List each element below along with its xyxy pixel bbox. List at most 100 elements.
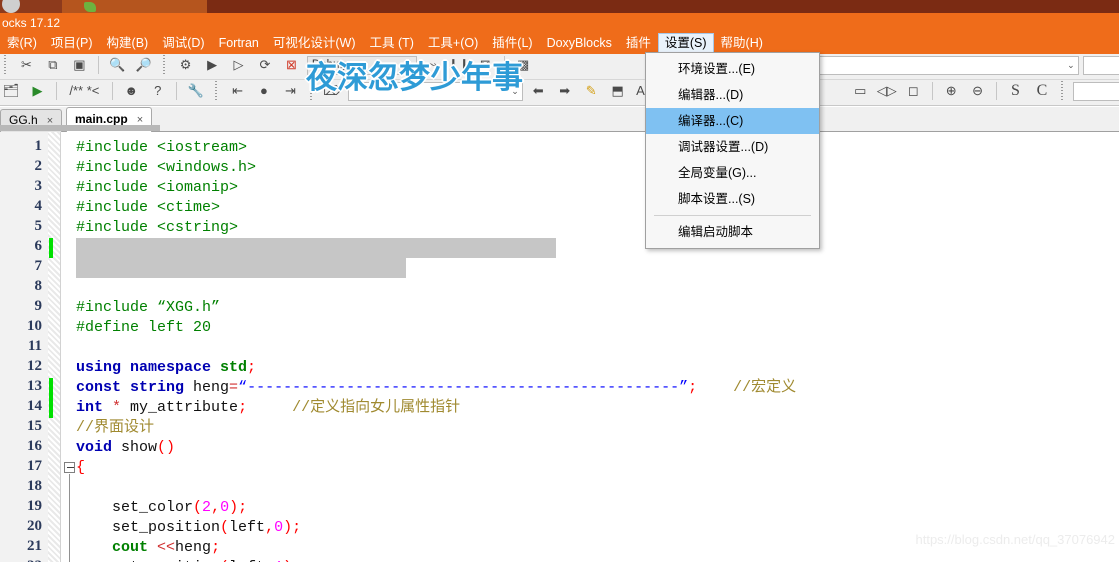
c-icon[interactable]: C [1031, 80, 1053, 102]
code-token: ) [283, 519, 293, 536]
menu-item-9[interactable]: DoxyBlocks [540, 33, 619, 54]
bookmark-dot-icon[interactable]: ● [253, 80, 275, 102]
paste-icon[interactable]: ▣ [68, 54, 90, 76]
code-line[interactable]: cout <<heng; [76, 538, 220, 558]
code-line[interactable]: const string heng=“---------------------… [76, 378, 796, 398]
comment-block-icon[interactable]: /** *< [64, 80, 104, 102]
code-text-area[interactable]: #include <iostream> #include <windows.h> #… [76, 132, 1119, 562]
line-number: 10 [27, 318, 42, 334]
menu-item-12[interactable]: 帮助(H) [714, 33, 770, 54]
code-editor[interactable]: 12345678910111213141516171819202122 #inc… [0, 132, 1119, 562]
code-token: () [157, 439, 176, 456]
find-icon[interactable]: 🔍 [106, 54, 128, 76]
zoom-out-icon[interactable]: ⊖ [967, 80, 989, 102]
line-number: 4 [34, 198, 43, 214]
menu-item-5[interactable]: 可视化设计(W) [266, 33, 363, 54]
wrench-icon[interactable]: 🔧 [185, 80, 207, 102]
code-line[interactable]: { [76, 458, 85, 478]
jump-forward-icon[interactable]: ⇥ [279, 80, 301, 102]
code-line[interactable]: set_color(2,0); [76, 498, 247, 518]
selection-icon[interactable]: ⬒ [607, 80, 629, 102]
selection-highlight [76, 258, 406, 278]
settings-dropdown-menu[interactable]: 环境设置...(E) 编辑器...(D) 编译器...(C) 调试器设置...(D) 全… [645, 52, 820, 249]
menu-item-7[interactable]: 工具+(O) [421, 33, 485, 54]
menu-item-6[interactable]: 工具 (T) [362, 33, 420, 54]
menu-item-4[interactable]: Fortran [212, 33, 266, 54]
toolbar-right-field[interactable] [1083, 55, 1119, 75]
toolbar-separator [176, 82, 178, 100]
code-token: ; [238, 499, 248, 516]
leaf-icon [84, 2, 96, 12]
fit-height-icon[interactable]: ◁▷ [876, 80, 898, 102]
menu-item-11[interactable]: 设置(S) [657, 33, 714, 54]
line-number: 17 [27, 458, 42, 474]
toolbar-grip[interactable] [1059, 80, 1067, 102]
window-title: ocks 17.12 [0, 13, 1119, 33]
browse-tracker-icon[interactable]: ☻ [120, 80, 142, 102]
run-green-icon[interactable]: ▶ [26, 80, 48, 102]
settings-menu-item-5[interactable]: 脚本设置...(S) [646, 186, 819, 212]
settings-menu-item-6[interactable]: 编辑启动脚本 [646, 219, 819, 245]
horizontal-scrollbar[interactable] [0, 125, 160, 131]
code-line[interactable]: #include “XGG.h” [76, 298, 220, 318]
menu-item-0[interactable]: 索(R) [0, 33, 44, 54]
abort-icon[interactable]: ⊠ [280, 54, 302, 76]
toolbar-separator [97, 56, 99, 74]
code-line[interactable]: #include <windows.h> [76, 158, 256, 178]
run-icon[interactable]: ▶ [201, 54, 223, 76]
code-token: , [265, 519, 275, 536]
code-token: //定义指向女儿属性指针 [292, 399, 461, 416]
code-line[interactable]: #include <ctime> [76, 198, 220, 218]
code-line[interactable]: //界面设计 [76, 418, 154, 438]
menu-item-10[interactable]: 插件 [619, 33, 658, 54]
change-marker-gutter[interactable] [48, 132, 61, 562]
toolbar-right-combo[interactable]: ⌄ [798, 55, 1079, 75]
settings-menu-item-0[interactable]: 环境设置...(E) [646, 56, 819, 82]
code-line[interactable]: void show() [76, 438, 175, 458]
code-token: //界面设计 [76, 419, 155, 436]
s-icon[interactable]: S [1005, 80, 1027, 102]
code-token: ; [211, 539, 221, 556]
code-line[interactable]: #define left 20 [76, 318, 211, 338]
build-and-run-icon[interactable]: ▷ [228, 54, 250, 76]
code-line[interactable]: #include <cstring> [76, 218, 238, 238]
change-marker [49, 378, 53, 398]
help-icon[interactable]: ? [147, 80, 169, 102]
build-gear-icon[interactable]: ⚙ [175, 54, 197, 76]
menu-item-3[interactable]: 调试(D) [155, 33, 211, 54]
rebuild-icon[interactable]: ⟳ [254, 54, 276, 76]
code-line[interactable]: using namespace std; [76, 358, 256, 378]
line-number: 11 [27, 338, 42, 354]
toolbar-grip[interactable] [2, 54, 9, 76]
jump-back-icon[interactable]: ⇤ [227, 80, 249, 102]
code-line[interactable]: #include <iostream> [76, 138, 247, 158]
settings-menu-item-3[interactable]: 调试器设置...(D) [646, 134, 819, 160]
find-replace-icon[interactable]: 🔎 [133, 54, 155, 76]
zoom-in-icon[interactable]: ⊕ [940, 80, 962, 102]
main-toolbar: ✂ ⧉ ▣ 🔍 🔎 ⚙ ▶ ▷ ⟳ ⊠ Debug ⤳ ❙❙ ⊠ ▩ ⌄ [0, 54, 1119, 80]
highlight-pen-icon[interactable]: ✎ [580, 80, 602, 102]
settings-menu-item-4[interactable]: 全局变量(G)... [646, 160, 819, 186]
menu-item-8[interactable]: 插件(L) [485, 33, 539, 54]
code-token: #include [76, 139, 158, 156]
toolbar-grip[interactable] [213, 80, 221, 102]
fit-page-icon[interactable]: ◻ [902, 80, 924, 102]
cut-icon[interactable]: ✂ [15, 54, 37, 76]
code-line[interactable]: set_position(left,0); [76, 518, 301, 538]
copy-icon[interactable]: ⧉ [42, 54, 64, 76]
open-project-icon[interactable]: 🗂 [0, 80, 22, 102]
toolbar-separator [55, 82, 57, 100]
code-line[interactable]: set_position(left,1); [76, 558, 301, 562]
code-line[interactable]: #include <iomanip> [76, 178, 238, 198]
menu-item-1[interactable]: 项目(P) [44, 33, 100, 54]
search-next-icon[interactable]: ➡ [554, 80, 576, 102]
code-line[interactable]: int * my_attribute; //定义指向女儿属性指针 [76, 398, 460, 418]
menu-item-2[interactable]: 构建(B) [100, 33, 156, 54]
toolbar-grip[interactable] [161, 54, 169, 76]
fold-toggle-icon[interactable] [64, 462, 75, 473]
settings-menu-item-2[interactable]: 编译器...(C) [646, 108, 819, 134]
search-prev-icon[interactable]: ⬅ [527, 80, 549, 102]
toolbar2-right-field[interactable] [1072, 81, 1119, 101]
fit-width-icon[interactable]: ▭ [849, 80, 871, 102]
settings-menu-item-1[interactable]: 编辑器...(D) [646, 82, 819, 108]
